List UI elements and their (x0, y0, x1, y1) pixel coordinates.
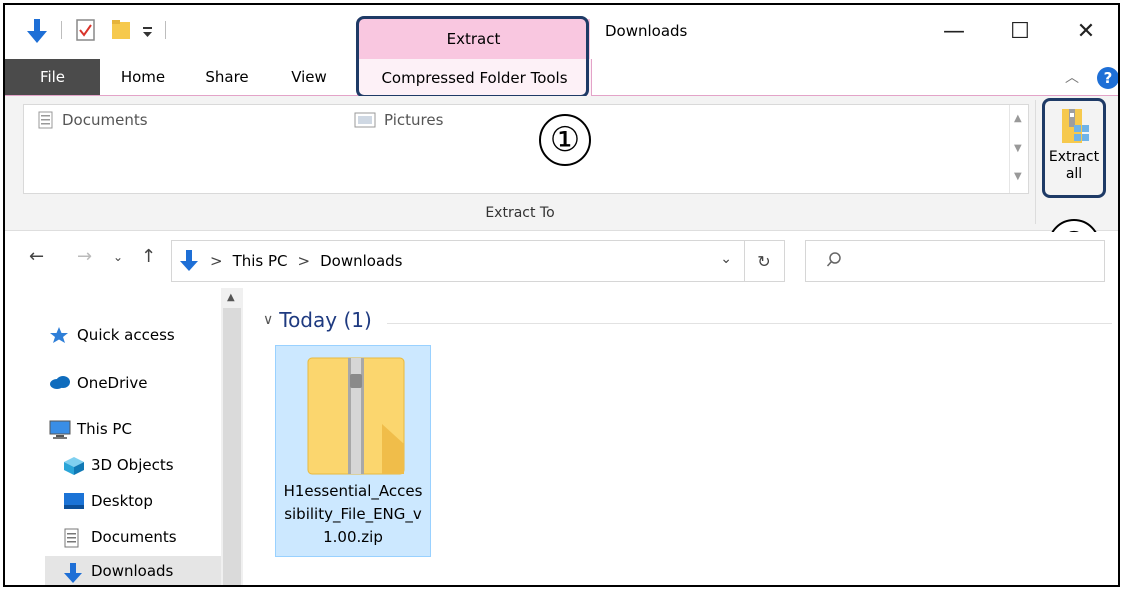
recent-locations-chevron-icon[interactable]: ⌄ (113, 250, 123, 264)
monitor-icon (49, 420, 71, 439)
nav-item-label: Downloads (91, 562, 174, 580)
properties-icon[interactable] (75, 18, 97, 42)
search-icon (826, 251, 842, 273)
group-divider (387, 323, 1112, 324)
back-arrow-icon[interactable]: ← (29, 246, 44, 267)
breadcrumb-this-pc[interactable]: This PC (233, 252, 288, 270)
qat-separator (165, 21, 166, 39)
close-button[interactable]: ✕ (1063, 13, 1109, 49)
breadcrumb-downloads[interactable]: Downloads (320, 252, 402, 270)
nav-item-desktop[interactable]: Desktop (63, 486, 153, 516)
cloud-icon (49, 374, 70, 392)
download-arrow-icon (63, 562, 83, 583)
documents-icon (38, 111, 54, 129)
new-folder-icon[interactable] (111, 19, 133, 41)
file-list-pane: ∨ Today (1) H1essential_Accessibility_Fi… (245, 288, 1118, 585)
nav-item-documents[interactable]: Documents (63, 522, 177, 552)
minimize-button[interactable]: — (931, 13, 977, 49)
gallery-item-label: Pictures (384, 111, 444, 129)
ribbon-group-separator (1035, 100, 1036, 224)
gallery-item-pictures[interactable]: Pictures (354, 111, 443, 129)
scroll-down-icon[interactable]: ▼ (1014, 143, 1022, 154)
maximize-button[interactable]: ☐ (997, 13, 1043, 49)
breadcrumb-separator: > (297, 252, 311, 270)
refresh-icon: ↻ (757, 251, 771, 271)
file-item-zip[interactable]: H1essential_Accessibility_File_ENG_v1.00… (275, 345, 431, 557)
tab-home[interactable]: Home (113, 59, 173, 95)
nav-item-label: 3D Objects (91, 456, 174, 474)
nav-item-onedrive[interactable]: OneDrive (49, 368, 148, 398)
search-input[interactable] (805, 240, 1105, 282)
tab-view[interactable]: View (281, 59, 337, 95)
help-icon[interactable]: ? (1097, 67, 1118, 89)
extract-to-gallery: Documents Pictures ▲ ▼ ▼ (23, 104, 1029, 194)
gallery-item-label: Documents (62, 111, 148, 129)
cube-3d-icon (63, 456, 84, 475)
qat-separator (61, 21, 62, 39)
nav-item-label: Quick access (77, 326, 175, 344)
tab-file[interactable]: File (5, 59, 100, 95)
navigation-pane-scrollbar[interactable]: ▲ (221, 288, 243, 585)
nav-item-3d-objects[interactable]: 3D Objects (63, 450, 174, 480)
collapse-chevron-icon[interactable]: ∨ (263, 312, 273, 328)
nav-item-label: OneDrive (77, 374, 148, 392)
compressed-zip-folder-icon (304, 354, 408, 478)
navigation-bar: ← → ⌄ ↑ > This PC > Downloads ⌄ ↻ (5, 232, 1118, 288)
pictures-icon (354, 112, 376, 128)
file-explorer-window: Extract Downloads — ☐ ✕ File Home Share … (3, 3, 1120, 587)
desktop-icon (63, 492, 84, 510)
group-header-today[interactable]: ∨ Today (1) (263, 308, 372, 332)
group-header-label: Today (1) (279, 308, 372, 332)
breadcrumb-separator: > (210, 252, 223, 270)
forward-arrow-icon[interactable]: → (77, 246, 92, 267)
up-arrow-icon[interactable]: ↑ (141, 246, 156, 267)
nav-item-this-pc[interactable]: This PC (49, 414, 132, 444)
scrollbar-thumb[interactable] (223, 308, 241, 585)
qat-down-arrow-icon[interactable] (25, 17, 49, 45)
nav-item-label: Documents (91, 528, 177, 546)
window-title: Downloads (605, 22, 688, 40)
address-bar[interactable]: > This PC > Downloads ⌄ (171, 240, 745, 282)
collapse-ribbon-icon[interactable]: ︿ (1065, 67, 1079, 87)
gallery-scrollbar[interactable]: ▲ ▼ ▼ (1009, 105, 1028, 193)
scroll-up-icon[interactable]: ▲ (1014, 113, 1022, 124)
highlight-box-compressed-tools (356, 16, 589, 98)
tab-share[interactable]: Share (197, 59, 257, 95)
downloads-location-icon (178, 249, 200, 273)
refresh-button[interactable]: ↻ (744, 240, 785, 282)
gallery-item-documents[interactable]: Documents (38, 111, 148, 129)
document-icon (63, 528, 83, 548)
address-dropdown-chevron-icon[interactable]: ⌄ (720, 251, 732, 267)
extract-all-label: Extract (1048, 149, 1100, 165)
scroll-up-arrow-icon[interactable]: ▲ (227, 292, 235, 303)
nav-item-label: This PC (77, 420, 132, 438)
nav-item-label: Desktop (91, 492, 153, 510)
star-icon (49, 326, 69, 344)
extract-all-button[interactable]: Extract all (1042, 98, 1106, 198)
zip-folder-icon (1056, 107, 1092, 145)
extract-all-label: all (1065, 166, 1083, 182)
nav-item-quick-access[interactable]: Quick access (49, 320, 175, 350)
navigation-pane: Quick access OneDrive This PC 3D Objects… (5, 288, 245, 585)
file-name-label: H1essential_Accessibility_File_ENG_v1.00… (283, 482, 423, 546)
callout-number-1: ① (539, 114, 591, 166)
customize-dropdown-icon[interactable] (141, 19, 155, 41)
nav-item-downloads[interactable]: Downloads (45, 556, 221, 585)
group-label-extract-to: Extract To (485, 205, 555, 221)
gallery-more-icon[interactable]: ▼ (1014, 171, 1022, 182)
